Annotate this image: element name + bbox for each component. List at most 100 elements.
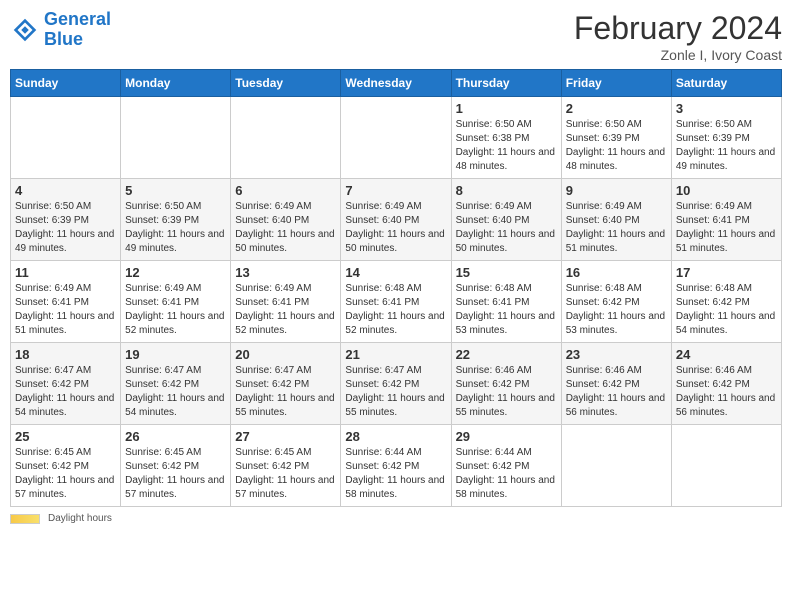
day-of-week-header: Thursday bbox=[451, 70, 561, 97]
logo-text: General Blue bbox=[44, 10, 111, 50]
calendar-day-cell: 18 Sunrise: 6:47 AM Sunset: 6:42 PM Dayli… bbox=[11, 343, 121, 425]
day-of-week-header: Tuesday bbox=[231, 70, 341, 97]
footer: Daylight hours bbox=[10, 513, 782, 524]
day-info: Sunrise: 6:49 AM Sunset: 6:40 PM Dayligh… bbox=[456, 200, 557, 256]
day-number: 7 bbox=[345, 183, 446, 198]
daylight-label: Daylight hours bbox=[48, 513, 112, 524]
day-number: 3 bbox=[676, 101, 777, 116]
day-info: Sunrise: 6:47 AM Sunset: 6:42 PM Dayligh… bbox=[235, 364, 336, 420]
day-number: 28 bbox=[345, 429, 446, 444]
day-number: 24 bbox=[676, 347, 777, 362]
day-number: 12 bbox=[125, 265, 226, 280]
day-of-week-header: Monday bbox=[121, 70, 231, 97]
logo-blue: Blue bbox=[44, 29, 83, 49]
day-number: 21 bbox=[345, 347, 446, 362]
day-info: Sunrise: 6:48 AM Sunset: 6:42 PM Dayligh… bbox=[566, 282, 667, 338]
calendar-day-cell: 15 Sunrise: 6:48 AM Sunset: 6:41 PM Dayli… bbox=[451, 261, 561, 343]
day-number: 10 bbox=[676, 183, 777, 198]
calendar-day-cell: 29Sunrise: 6:44 AM Sunset: 6:42 PM Dayli… bbox=[451, 425, 561, 507]
calendar-day-cell: 5Sunrise: 6:50 AM Sunset: 6:39 PM Daylig… bbox=[121, 179, 231, 261]
calendar-day-cell: 6Sunrise: 6:49 AM Sunset: 6:40 PM Daylig… bbox=[231, 179, 341, 261]
calendar-day-cell: 3 Sunrise: 6:50 AM Sunset: 6:39 PM Daylig… bbox=[671, 97, 781, 179]
calendar-day-cell: 16 Sunrise: 6:48 AM Sunset: 6:42 PM Dayli… bbox=[561, 261, 671, 343]
calendar-header-row: SundayMondayTuesdayWednesdayThursdayFrid… bbox=[11, 70, 782, 97]
day-info: Sunrise: 6:50 AM Sunset: 6:39 PM Dayligh… bbox=[676, 118, 777, 174]
calendar-day-cell: 12Sunrise: 6:49 AM Sunset: 6:41 PM Dayli… bbox=[121, 261, 231, 343]
day-info: Sunrise: 6:49 AM Sunset: 6:41 PM Dayligh… bbox=[676, 200, 777, 256]
day-info: Sunrise: 6:50 AM Sunset: 6:39 PM Dayligh… bbox=[125, 200, 226, 256]
day-number: 6 bbox=[235, 183, 336, 198]
logo-general: General bbox=[44, 9, 111, 29]
day-info: Sunrise: 6:50 AM Sunset: 6:39 PM Dayligh… bbox=[15, 200, 116, 256]
day-of-week-header: Saturday bbox=[671, 70, 781, 97]
day-number: 27 bbox=[235, 429, 336, 444]
calendar-day-cell: 13Sunrise: 6:49 AM Sunset: 6:41 PM Dayli… bbox=[231, 261, 341, 343]
day-of-week-header: Wednesday bbox=[341, 70, 451, 97]
logo-icon bbox=[10, 15, 40, 45]
calendar-day-cell: 24 Sunrise: 6:46 AM Sunset: 6:42 PM Dayli… bbox=[671, 343, 781, 425]
day-info: Sunrise: 6:48 AM Sunset: 6:41 PM Dayligh… bbox=[345, 282, 446, 338]
logo: General Blue bbox=[10, 10, 111, 50]
calendar-day-cell: 28 Sunrise: 6:44 AM Sunset: 6:42 PM Dayli… bbox=[341, 425, 451, 507]
calendar-day-cell bbox=[231, 97, 341, 179]
day-number: 14 bbox=[345, 265, 446, 280]
day-number: 1 bbox=[456, 101, 557, 116]
calendar-day-cell: 25Sunrise: 6:45 AM Sunset: 6:42 PM Dayli… bbox=[11, 425, 121, 507]
day-info: Sunrise: 6:46 AM Sunset: 6:42 PM Dayligh… bbox=[456, 364, 557, 420]
day-number: 11 bbox=[15, 265, 116, 280]
day-info: Sunrise: 6:49 AM Sunset: 6:40 PM Dayligh… bbox=[566, 200, 667, 256]
day-info: Sunrise: 6:45 AM Sunset: 6:42 PM Dayligh… bbox=[235, 446, 336, 502]
calendar-day-cell: 9 Sunrise: 6:49 AM Sunset: 6:40 PM Daylig… bbox=[561, 179, 671, 261]
calendar-day-cell: 26Sunrise: 6:45 AM Sunset: 6:42 PM Dayli… bbox=[121, 425, 231, 507]
month-year-title: February 2024 bbox=[574, 10, 782, 47]
day-info: Sunrise: 6:50 AM Sunset: 6:38 PM Dayligh… bbox=[456, 118, 557, 174]
day-info: Sunrise: 6:44 AM Sunset: 6:42 PM Dayligh… bbox=[345, 446, 446, 502]
day-number: 15 bbox=[456, 265, 557, 280]
calendar-day-cell bbox=[561, 425, 671, 507]
calendar-day-cell: 21Sunrise: 6:47 AM Sunset: 6:42 PM Dayli… bbox=[341, 343, 451, 425]
day-info: Sunrise: 6:49 AM Sunset: 6:41 PM Dayligh… bbox=[235, 282, 336, 338]
day-number: 2 bbox=[566, 101, 667, 116]
day-number: 22 bbox=[456, 347, 557, 362]
day-info: Sunrise: 6:44 AM Sunset: 6:42 PM Dayligh… bbox=[456, 446, 557, 502]
day-info: Sunrise: 6:47 AM Sunset: 6:42 PM Dayligh… bbox=[125, 364, 226, 420]
day-number: 20 bbox=[235, 347, 336, 362]
calendar-day-cell: 22 Sunrise: 6:46 AM Sunset: 6:42 PM Dayli… bbox=[451, 343, 561, 425]
day-number: 8 bbox=[456, 183, 557, 198]
calendar-day-cell: 17 Sunrise: 6:48 AM Sunset: 6:42 PM Dayli… bbox=[671, 261, 781, 343]
day-number: 19 bbox=[125, 347, 226, 362]
calendar-week-row: 11 Sunrise: 6:49 AM Sunset: 6:41 PM Dayli… bbox=[11, 261, 782, 343]
calendar-table: SundayMondayTuesdayWednesdayThursdayFrid… bbox=[10, 69, 782, 507]
day-info: Sunrise: 6:47 AM Sunset: 6:42 PM Dayligh… bbox=[15, 364, 116, 420]
calendar-day-cell: 20 Sunrise: 6:47 AM Sunset: 6:42 PM Dayli… bbox=[231, 343, 341, 425]
calendar-day-cell: 4Sunrise: 6:50 AM Sunset: 6:39 PM Daylig… bbox=[11, 179, 121, 261]
day-of-week-header: Sunday bbox=[11, 70, 121, 97]
day-number: 18 bbox=[15, 347, 116, 362]
calendar-day-cell: 1 Sunrise: 6:50 AM Sunset: 6:38 PM Daylig… bbox=[451, 97, 561, 179]
calendar-week-row: 25Sunrise: 6:45 AM Sunset: 6:42 PM Dayli… bbox=[11, 425, 782, 507]
day-number: 16 bbox=[566, 265, 667, 280]
day-info: Sunrise: 6:46 AM Sunset: 6:42 PM Dayligh… bbox=[566, 364, 667, 420]
day-info: Sunrise: 6:48 AM Sunset: 6:41 PM Dayligh… bbox=[456, 282, 557, 338]
calendar-day-cell bbox=[11, 97, 121, 179]
day-info: Sunrise: 6:45 AM Sunset: 6:42 PM Dayligh… bbox=[15, 446, 116, 502]
calendar-day-cell: 19 Sunrise: 6:47 AM Sunset: 6:42 PM Dayli… bbox=[121, 343, 231, 425]
title-area: February 2024 Zonle I, Ivory Coast bbox=[574, 10, 782, 63]
day-info: Sunrise: 6:48 AM Sunset: 6:42 PM Dayligh… bbox=[676, 282, 777, 338]
calendar-day-cell bbox=[341, 97, 451, 179]
calendar-day-cell: 8 Sunrise: 6:49 AM Sunset: 6:40 PM Daylig… bbox=[451, 179, 561, 261]
calendar-day-cell bbox=[121, 97, 231, 179]
calendar-week-row: 1 Sunrise: 6:50 AM Sunset: 6:38 PM Daylig… bbox=[11, 97, 782, 179]
day-info: Sunrise: 6:46 AM Sunset: 6:42 PM Dayligh… bbox=[676, 364, 777, 420]
header: General Blue February 2024 Zonle I, Ivor… bbox=[10, 10, 782, 63]
day-number: 23 bbox=[566, 347, 667, 362]
calendar-day-cell: 27 Sunrise: 6:45 AM Sunset: 6:42 PM Dayli… bbox=[231, 425, 341, 507]
day-number: 17 bbox=[676, 265, 777, 280]
daylight-bar-icon bbox=[10, 514, 40, 524]
calendar-day-cell: 23 Sunrise: 6:46 AM Sunset: 6:42 PM Dayli… bbox=[561, 343, 671, 425]
calendar-day-cell: 14 Sunrise: 6:48 AM Sunset: 6:41 PM Dayli… bbox=[341, 261, 451, 343]
day-number: 9 bbox=[566, 183, 667, 198]
day-info: Sunrise: 6:49 AM Sunset: 6:40 PM Dayligh… bbox=[345, 200, 446, 256]
calendar-day-cell: 7 Sunrise: 6:49 AM Sunset: 6:40 PM Daylig… bbox=[341, 179, 451, 261]
calendar-day-cell bbox=[671, 425, 781, 507]
